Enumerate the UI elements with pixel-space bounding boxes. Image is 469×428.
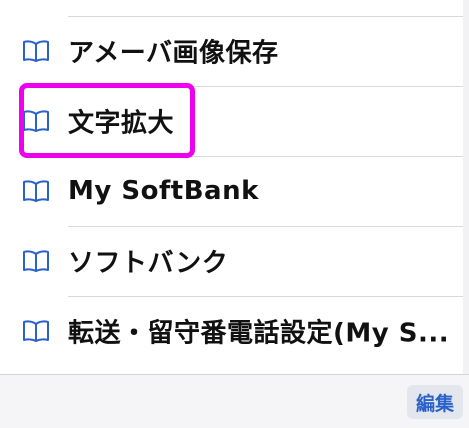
bookmark-label: ソフトバンク <box>68 248 229 279</box>
bottom-toolbar: 編集 <box>0 374 469 428</box>
bookmark-book-icon <box>23 320 49 342</box>
edit-button[interactable]: 編集 <box>407 385 463 419</box>
bookmarks-panel: アメーバ画像保存 文字拡大 My SoftBank ソフトバンク 転送・留守番電… <box>0 0 469 427</box>
bookmark-item[interactable]: My SoftBank <box>0 156 463 226</box>
bookmark-label: アメーバ画像保存 <box>68 38 279 69</box>
bookmark-item[interactable]: ソフトバンク <box>0 226 463 296</box>
bookmark-book-icon <box>23 250 49 272</box>
highlight-box <box>19 83 195 158</box>
bookmark-item[interactable]: アメーバ画像保存 <box>0 16 463 86</box>
bookmark-book-icon <box>23 180 49 202</box>
scroll-edge <box>463 0 469 427</box>
bookmark-book-icon <box>23 40 49 62</box>
bookmark-label: 転送・留守番電話設定(My S... <box>68 318 450 349</box>
bookmark-label: My SoftBank <box>68 176 259 206</box>
bookmark-item[interactable]: 転送・留守番電話設定(My S... <box>0 296 463 366</box>
